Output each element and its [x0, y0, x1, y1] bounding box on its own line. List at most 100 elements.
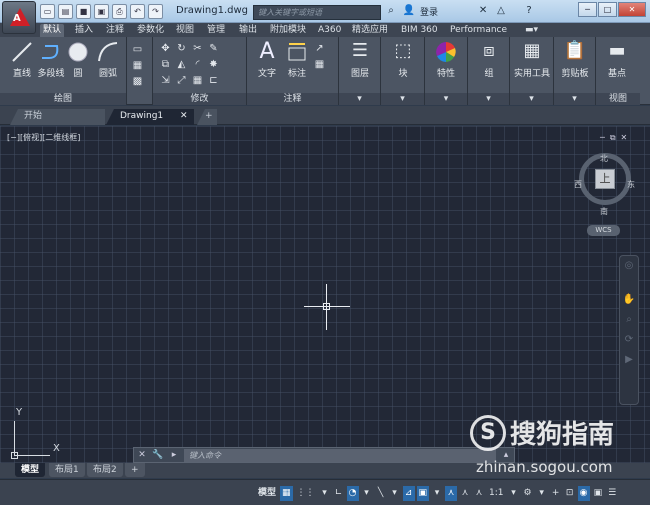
command-history-icon[interactable]: ▸ [166, 450, 182, 460]
groups-expand-icon[interactable]: ▾ [468, 93, 509, 105]
block-button[interactable]: ⬚ 块 [388, 40, 418, 79]
compass-south[interactable]: 南 [600, 206, 608, 217]
command-close-icon[interactable]: ✕ [134, 450, 150, 460]
help-icon[interactable]: ? [522, 4, 536, 18]
group-button[interactable]: ⧈ 组 [474, 40, 504, 79]
file-tab-drawing1[interactable]: Drawing1 ✕ [106, 109, 194, 125]
tab-a360[interactable]: A360 [315, 24, 344, 37]
text-button[interactable]: A 文字 [253, 40, 281, 80]
model-space-button[interactable]: 模型 [256, 486, 278, 501]
a360-icon[interactable]: △ [494, 4, 508, 18]
osnap-dropdown-icon[interactable]: ▾ [431, 486, 443, 501]
tab-performance[interactable]: Performance [447, 24, 510, 37]
block-expand-icon[interactable]: ▾ [381, 93, 424, 105]
layers-button[interactable]: ☰ 图层 [345, 40, 375, 79]
viewport-minimize-icon[interactable]: ─ [600, 133, 605, 143]
pan-icon[interactable]: ✋ [620, 290, 638, 310]
exchange-icon[interactable]: ✕ [476, 4, 490, 18]
showmotion-icon[interactable]: ▶ [620, 350, 638, 370]
wcs-menu[interactable]: WCS [587, 225, 620, 236]
undo-icon[interactable]: ↶ [130, 4, 145, 19]
tab-insert[interactable]: 插入 [72, 24, 96, 37]
copy-icon[interactable]: ⧉ [159, 58, 172, 71]
snap-icon[interactable]: ⋮⋮ [295, 486, 317, 501]
clipboard-expand-icon[interactable]: ▾ [554, 93, 595, 105]
redo-icon[interactable]: ↷ [148, 4, 163, 19]
command-settings-icon[interactable]: 🔧 [150, 450, 166, 460]
array-icon[interactable]: ▦ [191, 74, 204, 87]
close-icon[interactable]: ✕ [618, 2, 646, 17]
layers-expand-icon[interactable]: ▾ [339, 93, 380, 105]
stretch-icon[interactable]: ⇲ [159, 74, 172, 87]
scale-dropdown-icon[interactable]: ▾ [508, 486, 520, 501]
customization-menu-icon[interactable]: ☰ [606, 486, 618, 501]
application-menu-button[interactable]: A [2, 1, 36, 34]
workspace-dropdown-icon[interactable]: ▾ [536, 486, 548, 501]
minimize-icon[interactable]: ─ [578, 2, 597, 17]
login-link[interactable]: 登录 [420, 5, 438, 18]
plot-icon[interactable]: ⎙ [112, 4, 127, 19]
tab-parametric[interactable]: 参数化 [134, 24, 167, 37]
hardware-acceleration-icon[interactable]: ◉ [577, 485, 590, 501]
clean-screen-icon[interactable]: ▣ [592, 486, 605, 501]
annotation-visibility-icon[interactable]: ⋏ [459, 486, 471, 501]
close-tab-icon[interactable]: ✕ [180, 111, 188, 121]
viewcube-top-face[interactable]: 上 [595, 169, 615, 189]
compass-north[interactable]: 北 [600, 153, 608, 164]
compass-west[interactable]: 西 [574, 179, 582, 190]
object-snap-tracking-icon[interactable]: ▣ [416, 485, 430, 501]
arc-button[interactable]: 圆弧 [94, 40, 122, 79]
tab-default[interactable]: 默认 [40, 24, 65, 37]
ortho-icon[interactable]: ∟ [333, 486, 345, 501]
zoom-icon[interactable]: ⌕ [620, 310, 638, 330]
scale-value[interactable]: 1:1 [487, 486, 505, 501]
line-button[interactable]: 直线 [7, 40, 37, 79]
fillet-icon[interactable]: ◜ [191, 58, 204, 71]
search-input[interactable]: 键入关键字或短语 [253, 5, 381, 20]
base-point-button[interactable]: ▬ 基点 [602, 40, 632, 79]
hatch-icon[interactable]: ▦ [131, 59, 144, 72]
viewport-restore-icon[interactable]: ⧉ [610, 133, 616, 143]
annotation-scale-icon[interactable]: ⋏ [445, 485, 458, 501]
object-snap-icon[interactable]: ⊿ [402, 485, 415, 501]
properties-expand-icon[interactable]: ▾ [425, 93, 467, 105]
drawing-canvas[interactable] [0, 126, 650, 463]
polar-dropdown-icon[interactable]: ▾ [361, 486, 373, 501]
dimension-button[interactable]: 标注 [283, 40, 311, 79]
tab-featured-apps[interactable]: 精选应用 [349, 24, 391, 37]
add-layout-button[interactable]: + [125, 463, 145, 477]
tab-view[interactable]: 视图 [173, 24, 197, 37]
auto-scale-icon[interactable]: ⋏ [473, 486, 485, 501]
tab-annotate[interactable]: 注释 [103, 24, 127, 37]
snap-dropdown-icon[interactable]: ▾ [319, 486, 331, 501]
save-as-icon[interactable]: ▣ [94, 4, 109, 19]
steeringwheel-icon[interactable]: ◎ [620, 256, 638, 276]
table-icon[interactable]: ▦ [313, 58, 326, 71]
isolate-objects-icon[interactable]: ⊡ [564, 486, 576, 501]
new-file-icon[interactable]: ▭ [40, 4, 55, 19]
viewport-close-icon[interactable]: ✕ [621, 133, 628, 143]
rectangle-icon[interactable]: ▭ [131, 43, 144, 56]
tab-output[interactable]: 输出 [236, 24, 260, 37]
search-icon[interactable]: ⌕ [384, 4, 398, 18]
erase-icon[interactable]: ✎ [207, 42, 220, 55]
open-file-icon[interactable]: ▤ [58, 4, 73, 19]
add-icon[interactable]: + [550, 486, 562, 501]
command-input[interactable]: 键入命令 [184, 448, 496, 462]
grid-icon[interactable]: ▦ [280, 485, 293, 501]
offset-icon[interactable]: ⊏ [207, 74, 220, 87]
explode-icon[interactable]: ✸ [207, 58, 220, 71]
tab-addins[interactable]: 附加模块 [267, 24, 309, 37]
user-icon[interactable]: 👤 [402, 4, 416, 18]
properties-button[interactable]: 特性 [431, 40, 461, 79]
save-icon[interactable]: ■ [76, 4, 91, 19]
layout-tab-layout2[interactable]: 布局2 [87, 463, 123, 477]
isodraft-icon[interactable]: ╲ [375, 486, 387, 501]
maximize-icon[interactable]: □ [598, 2, 617, 17]
utilities-expand-icon[interactable]: ▾ [510, 93, 553, 105]
tab-bim360[interactable]: BIM 360 [398, 24, 441, 37]
new-tab-button[interactable]: + [197, 109, 217, 125]
leader-icon[interactable]: ↗ [313, 42, 326, 55]
layout-tab-model[interactable]: 模型 [15, 463, 46, 477]
layout-tab-layout1[interactable]: 布局1 [49, 463, 85, 477]
